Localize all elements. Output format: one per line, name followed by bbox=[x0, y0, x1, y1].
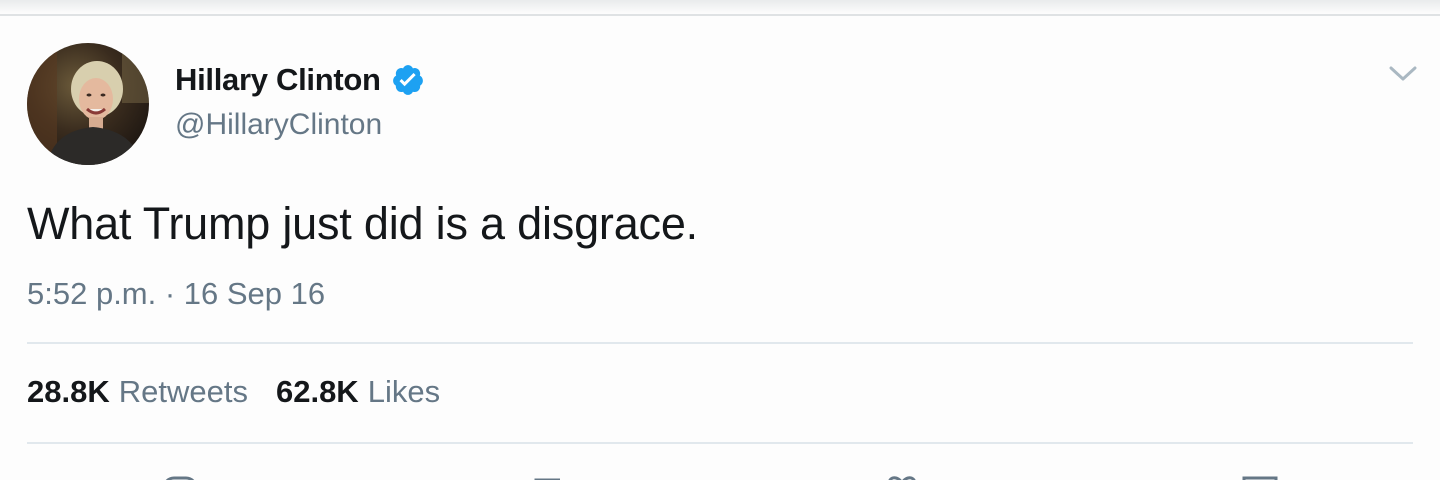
likes-stat[interactable]: 62.8K Likes bbox=[276, 374, 440, 410]
author-name-row: Hillary Clinton bbox=[175, 60, 425, 100]
verified-badge-icon bbox=[391, 63, 425, 97]
likes-label: Likes bbox=[367, 374, 441, 409]
top-bar-shadow bbox=[0, 0, 1440, 16]
profile-photo-icon bbox=[27, 43, 149, 165]
tweet-detail-view: Hillary Clinton @HillaryClinton What Tru… bbox=[0, 0, 1440, 480]
reply-icon[interactable] bbox=[160, 474, 200, 480]
like-icon[interactable] bbox=[880, 474, 924, 480]
tweet-stats: 28.8K Retweets 62.8K Likes bbox=[27, 374, 440, 410]
share-icon[interactable] bbox=[1238, 474, 1282, 480]
retweets-stat[interactable]: 28.8K Retweets bbox=[27, 374, 248, 410]
author-handle[interactable]: @HillaryClinton bbox=[175, 108, 382, 142]
author-display-name[interactable]: Hillary Clinton bbox=[175, 62, 381, 98]
chevron-down-icon[interactable] bbox=[1385, 60, 1421, 88]
retweets-label: Retweets bbox=[118, 374, 248, 409]
likes-count: 62.8K bbox=[275, 374, 359, 409]
retweets-count: 28.8K bbox=[27, 374, 110, 409]
retweet-icon[interactable] bbox=[530, 474, 574, 480]
tweet-text: What Trump just did is a disgrace. bbox=[27, 198, 698, 249]
avatar[interactable] bbox=[27, 43, 149, 165]
tweet-actions-bar bbox=[0, 462, 1440, 480]
divider bbox=[27, 342, 1413, 344]
divider bbox=[27, 442, 1413, 444]
tweet-timestamp[interactable]: 5:52 p.m. · 16 Sep 16 bbox=[27, 276, 325, 312]
